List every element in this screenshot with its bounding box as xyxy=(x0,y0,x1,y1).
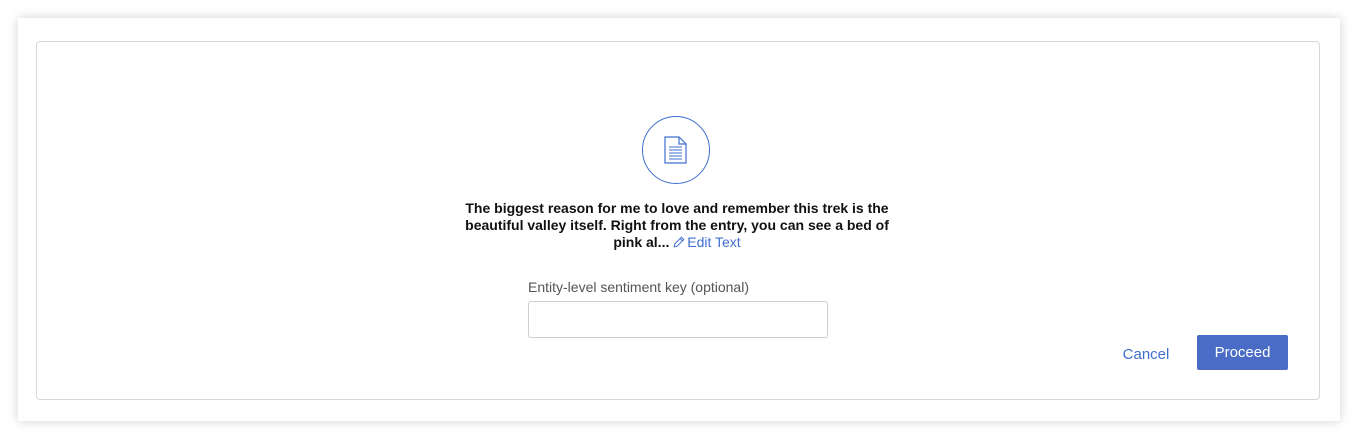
edit-text-label: Edit Text xyxy=(687,234,741,250)
document-icon-glyph xyxy=(664,136,687,164)
proceed-button[interactable]: Proceed xyxy=(1197,335,1288,370)
dialog-card: The biggest reason for me to love and re… xyxy=(36,41,1320,400)
document-icon xyxy=(642,116,710,184)
cancel-button[interactable]: Cancel xyxy=(1109,336,1183,372)
sentiment-key-input[interactable] xyxy=(528,301,828,338)
pencil-icon xyxy=(673,236,685,248)
sentiment-key-label: Entity-level sentiment key (optional) xyxy=(528,279,749,295)
edit-text-link[interactable]: Edit Text xyxy=(673,234,741,250)
text-preview: The biggest reason for me to love and re… xyxy=(462,200,892,251)
dialog-window: The biggest reason for me to love and re… xyxy=(18,18,1340,421)
